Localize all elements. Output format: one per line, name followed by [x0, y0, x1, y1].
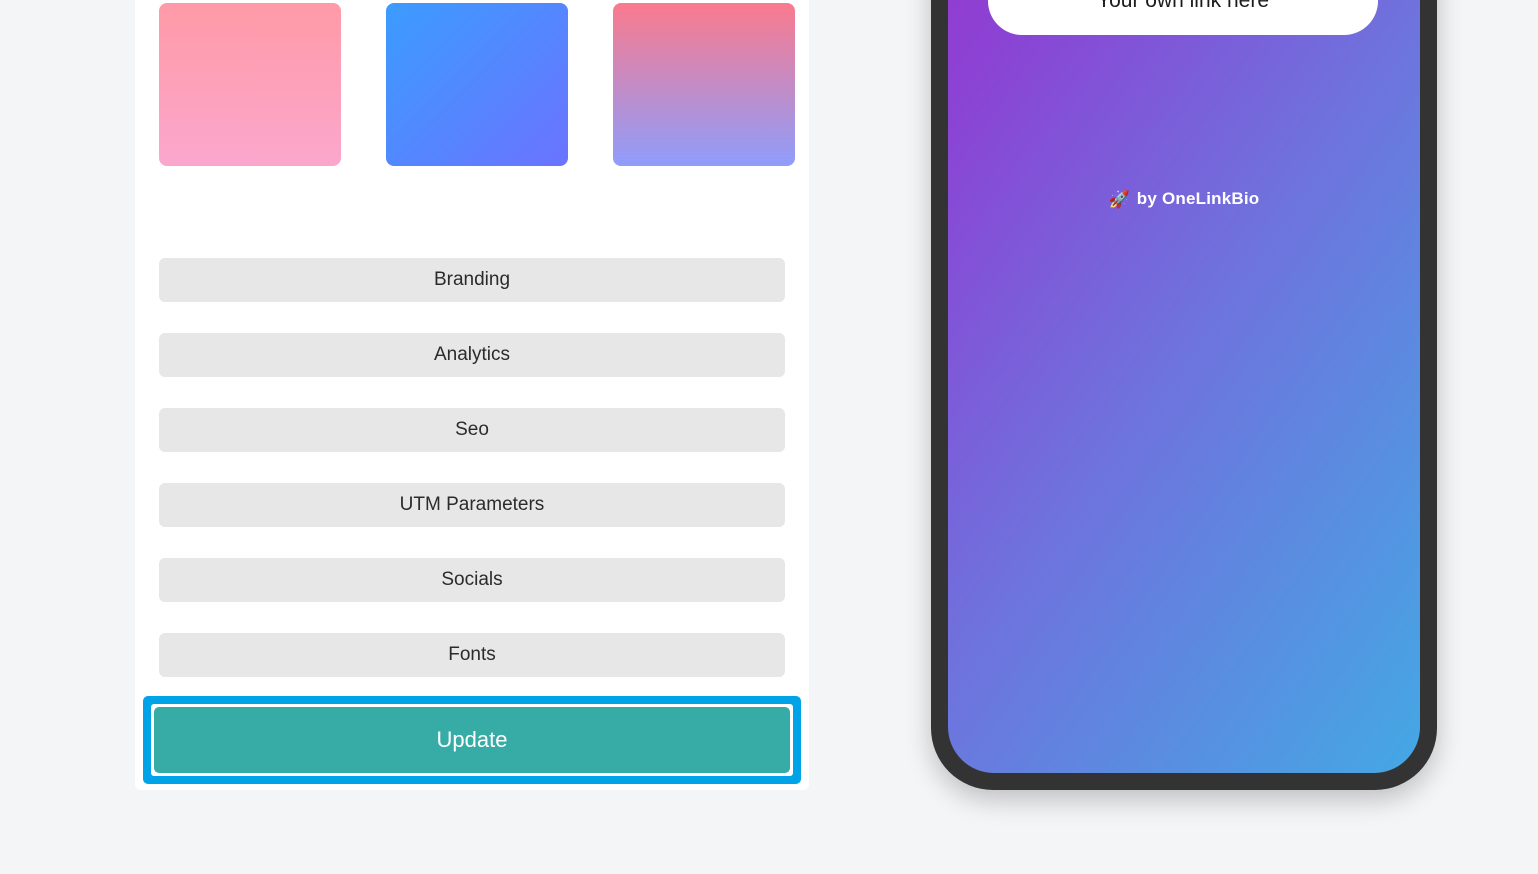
- update-button-focus-ring: Update: [143, 696, 801, 784]
- update-button-focus-gap: Update: [151, 704, 793, 776]
- section-button-branding[interactable]: Branding: [159, 258, 785, 302]
- update-button[interactable]: Update: [154, 707, 790, 773]
- section-button-analytics[interactable]: Analytics: [159, 333, 785, 377]
- swatch-blue-indigo-gradient[interactable]: [386, 3, 568, 166]
- section-button-socials[interactable]: Socials: [159, 558, 785, 602]
- section-button-seo[interactable]: Seo: [159, 408, 785, 452]
- phone-preview-screen: Your own link here 🚀 by OneLinkBio: [948, 0, 1420, 773]
- section-button-utm[interactable]: UTM Parameters: [159, 483, 785, 527]
- theme-editor-card: Branding Analytics Seo UTM Parameters So…: [135, 0, 809, 790]
- preview-branding[interactable]: 🚀 by OneLinkBio: [948, 189, 1420, 209]
- swatch-row-bottom: [159, 3, 795, 166]
- swatch-rose-periwinkle-gradient[interactable]: [613, 3, 795, 166]
- preview-link-pill[interactable]: Your own link here: [988, 0, 1378, 35]
- section-button-list: Branding Analytics Seo UTM Parameters So…: [159, 258, 785, 708]
- phone-preview-frame: Your own link here 🚀 by OneLinkBio: [931, 0, 1437, 790]
- preview-link-pill-label: Your own link here: [1097, 0, 1269, 12]
- preview-branding-label: by OneLinkBio: [1136, 189, 1260, 208]
- swatch-pink-rose-gradient[interactable]: [159, 3, 341, 166]
- rocket-icon: 🚀: [1108, 189, 1130, 209]
- gradient-swatch-grid: [159, 0, 795, 206]
- section-button-fonts[interactable]: Fonts: [159, 633, 785, 677]
